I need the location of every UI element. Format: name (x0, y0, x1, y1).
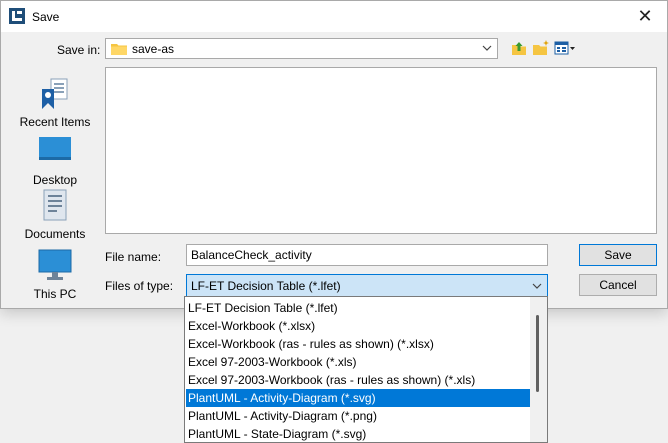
file-type-option[interactable]: PlantUML - State-Diagram (*.svg) (186, 425, 533, 442)
file-type-combo[interactable]: LF-ET Decision Table (*.lfet) (186, 274, 548, 297)
place-this-pc[interactable]: This PC (11, 249, 99, 305)
scrollbar-thumb[interactable] (536, 315, 539, 392)
cancel-button[interactable]: Cancel (579, 274, 657, 296)
file-type-option[interactable]: Excel 97-2003-Workbook (*.xls) (186, 353, 533, 371)
save-in-label: Save in: (57, 43, 101, 57)
file-name-input[interactable] (186, 244, 548, 266)
save-in-combo[interactable]: save-as (105, 38, 498, 59)
place-documents[interactable]: Documents (11, 189, 99, 245)
file-type-dropdown[interactable]: LF-ET Decision Table (*.lfet) Excel-Work… (184, 296, 548, 443)
save-in-value: save-as (132, 42, 175, 56)
file-list[interactable] (105, 67, 657, 234)
chevron-down-icon (482, 45, 492, 51)
file-type-option-highlighted[interactable]: PlantUML - Activity-Diagram (*.svg) (186, 389, 533, 407)
file-type-option[interactable]: Excel-Workbook (*.xlsx) (186, 317, 533, 335)
file-type-option[interactable]: Excel-Workbook (ras - rules as shown) (*… (186, 335, 533, 353)
view-menu-icon[interactable] (554, 39, 576, 57)
desktop-icon (39, 137, 71, 160)
documents-icon (43, 189, 67, 221)
chevron-down-icon (532, 283, 542, 289)
file-type-option[interactable]: LF-ET Decision Table (*.lfet) (186, 299, 533, 317)
recent-items-icon (42, 78, 68, 109)
new-folder-icon[interactable] (532, 39, 550, 57)
file-type-label: Files of type: (105, 279, 174, 293)
place-label: Recent Items (19, 115, 91, 129)
place-label: Desktop (32, 173, 78, 187)
close-button[interactable]: ✕ (623, 1, 667, 32)
file-type-option[interactable]: PlantUML - Activity-Diagram (*.png) (186, 407, 533, 425)
place-desktop[interactable]: Desktop (11, 135, 99, 191)
this-pc-icon (38, 249, 72, 280)
folder-icon (111, 44, 127, 55)
place-label: This PC (33, 287, 77, 301)
save-button[interactable]: Save (579, 244, 657, 266)
window-title: Save (32, 10, 60, 24)
up-folder-icon[interactable] (510, 39, 528, 57)
dropdown-scrollbar[interactable] (530, 297, 547, 442)
close-icon: ✕ (637, 6, 653, 26)
file-type-option[interactable]: Excel 97-2003-Workbook (ras - rules as s… (186, 371, 533, 389)
app-logo-icon (9, 8, 25, 24)
place-label: Documents (24, 227, 86, 241)
file-name-label: File name: (105, 250, 162, 264)
title-bar[interactable]: Save ✕ (1, 1, 667, 32)
place-recent-items[interactable]: Recent Items (11, 77, 99, 133)
save-dialog: Save ✕ Save in: save-as Recent Items Des… (0, 0, 668, 309)
file-type-value: LF-ET Decision Table (*.lfet) (191, 279, 341, 293)
